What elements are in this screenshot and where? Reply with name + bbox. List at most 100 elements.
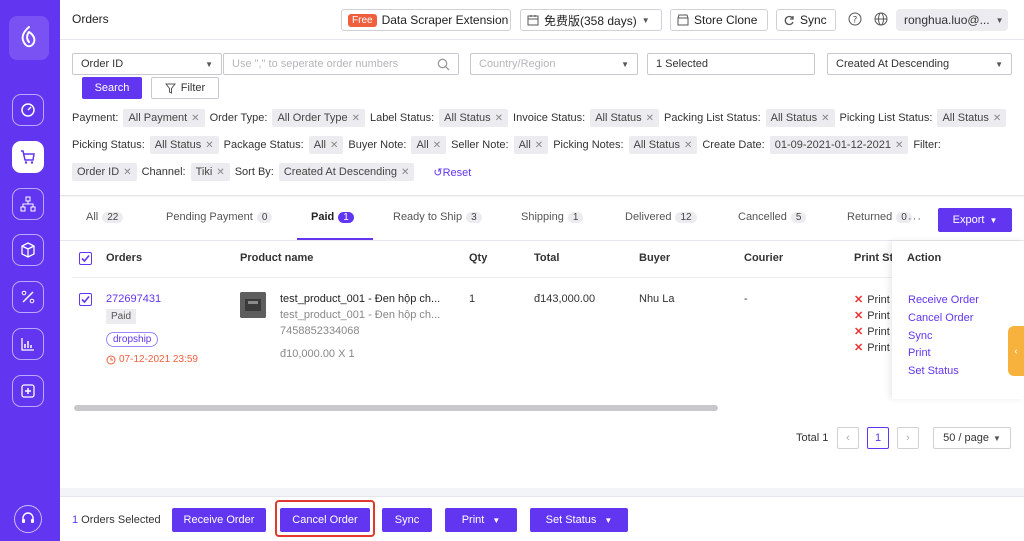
nav-apps[interactable] — [12, 375, 44, 407]
page-number-button[interactable]: 1 — [867, 427, 889, 449]
tab-ready-to-ship[interactable]: Ready to Ship 3 — [393, 211, 482, 223]
bulk-sync-button[interactable]: Sync — [382, 508, 432, 532]
page-size-select[interactable]: 50 / page ▼ — [933, 427, 1011, 449]
filter-panel: Order ID ▼ Use "," to seperate order num… — [60, 40, 1024, 196]
plus-square-icon — [21, 384, 35, 398]
filter-chip[interactable]: Created At Descending ✕ — [278, 163, 415, 181]
sync-link[interactable]: Sync — [908, 330, 932, 342]
close-icon[interactable]: ✕ — [401, 167, 409, 178]
filter-button[interactable]: Filter — [151, 77, 219, 99]
side-panel-toggle[interactable]: ‹ — [1008, 326, 1024, 376]
close-icon[interactable]: ✕ — [646, 113, 654, 124]
bulk-receive-order-button[interactable]: Receive Order — [172, 508, 266, 532]
close-icon[interactable]: ✕ — [495, 113, 503, 124]
print-link[interactable]: Print — [908, 347, 931, 359]
prev-page-button[interactable]: ‹ — [837, 427, 859, 449]
filter-chip[interactable]: Order ID ✕ — [72, 163, 137, 181]
column-header-total: Total — [534, 252, 560, 264]
more-options-icon[interactable]: ··· — [908, 213, 922, 225]
close-icon[interactable]: ✕ — [330, 140, 338, 151]
order-search-input[interactable]: Use "," to seperate order numbers — [223, 53, 459, 75]
sync-top-button[interactable]: Sync — [776, 9, 836, 31]
tab-all[interactable]: All 22 — [86, 211, 124, 223]
product-title[interactable]: test_product_001 - Đen hộp ch... — [280, 293, 440, 305]
x-icon: ✕ — [854, 326, 864, 338]
tab-paid[interactable]: Paid 1 — [311, 211, 354, 223]
filter-chip[interactable]: All ✕ — [411, 136, 447, 154]
bulk-cancel-order-button[interactable]: Cancel Order — [280, 508, 370, 532]
data-scraper-label: Data Scraper Extension — [381, 13, 509, 27]
filter-chip[interactable]: All Status ✕ — [765, 109, 835, 127]
sort-select[interactable]: Created At Descending ▼ — [827, 53, 1012, 75]
nav-structure[interactable] — [12, 188, 44, 220]
receive-order-link[interactable]: Receive Order — [908, 294, 979, 306]
product-thumbnail[interactable] — [240, 292, 266, 318]
filter-chip[interactable]: All Status ✕ — [439, 109, 509, 127]
app-logo[interactable] — [9, 16, 49, 60]
close-icon[interactable]: ✕ — [535, 140, 543, 151]
filter-chip[interactable]: All ✕ — [513, 136, 549, 154]
order-id-link[interactable]: 272697431 — [106, 293, 161, 305]
filter-chip[interactable]: All ✕ — [308, 136, 344, 154]
search-button[interactable]: Search — [82, 77, 142, 99]
plan-select[interactable]: 免费版(358 days) ▼ — [520, 9, 662, 31]
page-size-value: 50 / page — [943, 432, 989, 444]
check-icon — [81, 295, 90, 304]
filter-chip[interactable]: All Status ✕ — [937, 109, 1007, 127]
tab-returned[interactable]: Returned 0 — [847, 211, 912, 223]
country-select[interactable]: Country/Region ▼ — [470, 53, 638, 75]
next-page-button[interactable]: › — [897, 427, 919, 449]
store-clone-button[interactable]: Store Clone — [670, 9, 768, 31]
help-icon[interactable]: ? — [848, 12, 862, 26]
filter-chip-value: 01-09-2021-01-12-2021 — [774, 139, 891, 151]
close-icon[interactable]: ✕ — [205, 140, 213, 151]
close-icon[interactable]: ✕ — [821, 113, 829, 124]
chevron-left-icon: ‹ — [1014, 345, 1018, 357]
horizontal-scrollbar[interactable] — [72, 403, 898, 411]
filter-chip[interactable]: All Status ✕ — [590, 109, 660, 127]
filter-chip[interactable]: All Payment ✕ — [123, 109, 205, 127]
bulk-print-button[interactable]: Print ▼ — [445, 508, 517, 532]
close-icon[interactable]: ✕ — [191, 113, 199, 124]
bulk-set-status-button[interactable]: Set Status ▼ — [530, 508, 628, 532]
filter-chip-value: All Status — [942, 112, 989, 124]
user-menu[interactable]: ronghua.luo@... ▼ — [896, 9, 1008, 31]
data-scraper-button[interactable]: Free Data Scraper Extension — [341, 9, 511, 31]
clock-icon — [106, 355, 116, 364]
store-multi-select[interactable]: 1 Selected — [647, 53, 815, 75]
nav-products[interactable] — [12, 234, 44, 266]
close-icon[interactable]: ✕ — [895, 140, 903, 151]
filter-label: Channel: — [141, 166, 186, 178]
export-button[interactable]: Export ▼ — [938, 208, 1012, 232]
cancel-order-link[interactable]: Cancel Order — [908, 312, 973, 324]
close-icon[interactable]: ✕ — [352, 113, 360, 124]
nav-reports[interactable] — [12, 328, 44, 360]
close-icon[interactable]: ✕ — [216, 167, 224, 178]
globe-icon[interactable] — [874, 12, 888, 26]
tab-delivered[interactable]: Delivered 12 — [625, 211, 697, 223]
support-button[interactable] — [14, 505, 42, 533]
scrollbar-thumb[interactable] — [74, 405, 718, 411]
filter-chip[interactable]: All Status ✕ — [149, 136, 219, 154]
nav-promotions[interactable] — [12, 281, 44, 313]
tab-pending-payment[interactable]: Pending Payment 0 — [166, 211, 273, 223]
close-icon[interactable]: ✕ — [123, 167, 131, 178]
row-checkbox[interactable] — [79, 293, 92, 306]
close-icon[interactable]: ✕ — [433, 140, 441, 151]
tab-cancelled[interactable]: Cancelled 5 — [738, 211, 807, 223]
filter-chip[interactable]: All Order Type ✕ — [272, 109, 365, 127]
select-all-checkbox[interactable] — [79, 252, 92, 265]
tab-shipping[interactable]: Shipping 1 — [521, 211, 584, 223]
filter-chip[interactable]: 01-09-2021-01-12-2021 ✕ — [769, 136, 909, 154]
order-total: đ143,000.00 — [534, 293, 596, 305]
order-id-select[interactable]: Order ID ▼ — [72, 53, 222, 75]
close-icon[interactable]: ✕ — [684, 140, 692, 151]
reset-button[interactable]: ↺Reset — [433, 166, 471, 179]
close-icon[interactable]: ✕ — [993, 113, 1001, 124]
set-status-link[interactable]: Set Status — [908, 365, 959, 377]
filter-chip[interactable]: All Status ✕ — [628, 136, 698, 154]
filter-chip[interactable]: Tiki ✕ — [190, 163, 230, 181]
status-tabs: All 22 Pending Payment 0 Paid 1 Ready to Sh… — [60, 197, 1024, 241]
nav-dashboard[interactable] — [12, 94, 44, 126]
nav-orders[interactable] — [12, 141, 44, 173]
